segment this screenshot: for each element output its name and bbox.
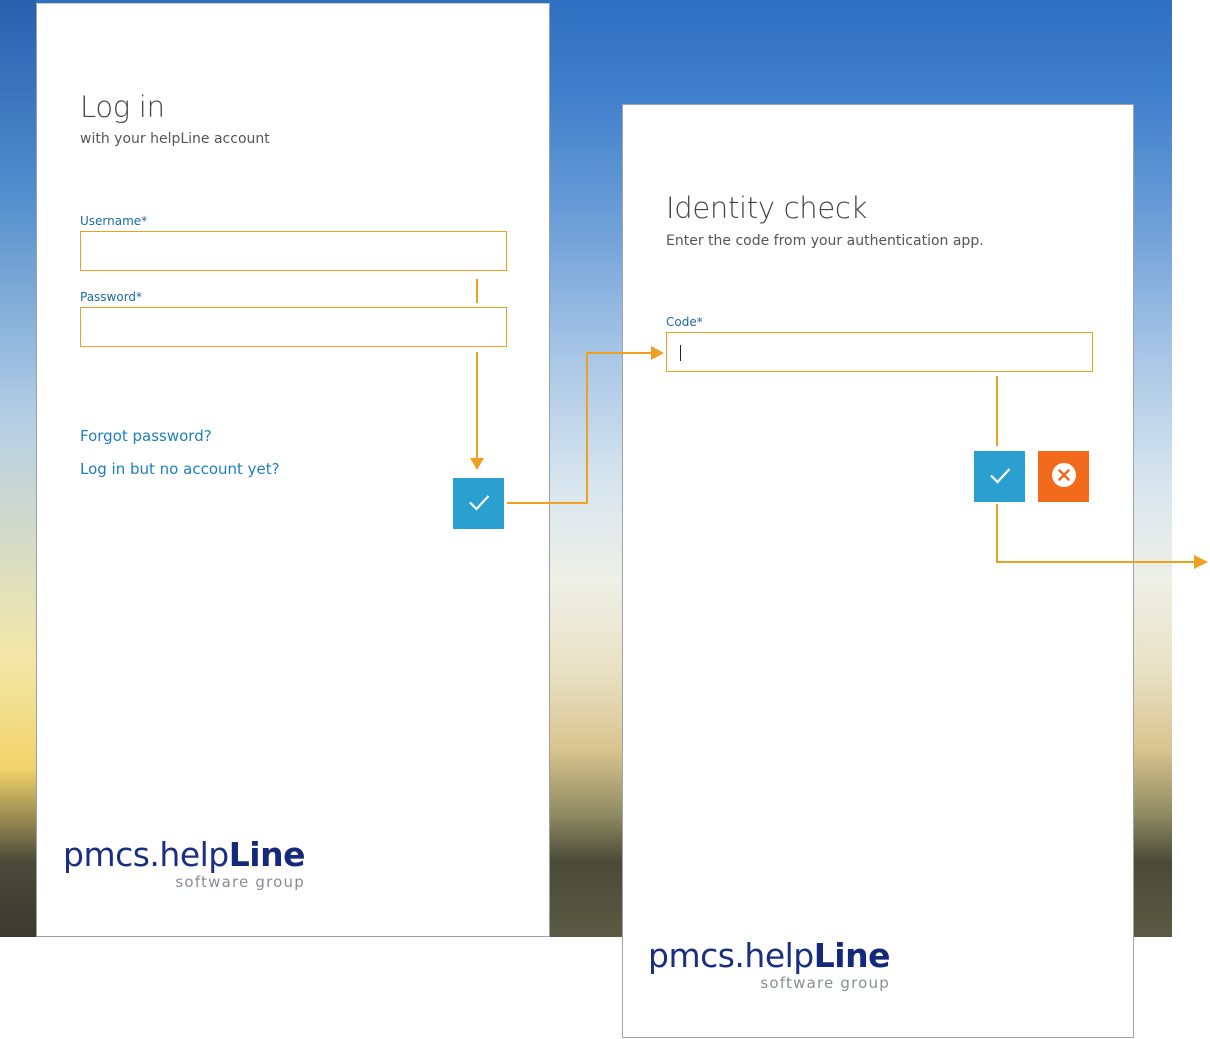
brand-logo: pmcs.helpLine software group <box>63 837 305 892</box>
logo-wordmark: pmcs.helpLine <box>648 938 890 974</box>
logo-text-regular: pmcs.help <box>648 936 814 975</box>
brand-logo: pmcs.helpLine software group <box>648 938 890 993</box>
identity-title: Identity check <box>666 191 868 225</box>
close-circle-icon <box>1051 462 1077 492</box>
login-title: Log in <box>80 90 165 124</box>
identity-confirm-button[interactable] <box>974 451 1025 502</box>
code-field[interactable] <box>666 332 1093 372</box>
forgot-password-link[interactable]: Forgot password? <box>80 427 212 445</box>
logo-wordmark: pmcs.helpLine <box>63 837 305 873</box>
logo-tagline: software group <box>175 873 305 891</box>
checkmark-icon <box>467 490 491 518</box>
checkmark-icon <box>988 463 1012 491</box>
identity-subtitle: Enter the code from your authentication … <box>666 233 984 249</box>
text-cursor <box>680 345 681 361</box>
arrow-head-right <box>1194 555 1208 569</box>
logo-text-bold: Line <box>228 835 306 874</box>
login-submit-button[interactable] <box>453 478 504 529</box>
logo-tagline: software group <box>760 974 890 992</box>
identity-cancel-button[interactable] <box>1038 451 1089 502</box>
password-label: Password* <box>80 290 143 304</box>
sky-background-left-strip <box>0 0 36 937</box>
password-field[interactable] <box>80 307 507 347</box>
logo-text-bold: Line <box>813 936 891 975</box>
logo-text-regular: pmcs.help <box>63 835 229 874</box>
login-panel: Log in with your helpLine account Userna… <box>36 3 550 937</box>
identity-check-panel: Identity check Enter the code from your … <box>622 104 1134 1038</box>
no-account-link[interactable]: Log in but no account yet? <box>80 460 280 478</box>
login-subtitle: with your helpLine account <box>80 131 270 147</box>
username-label: Username* <box>80 214 148 228</box>
username-field[interactable] <box>80 231 507 271</box>
code-label: Code* <box>666 315 703 329</box>
